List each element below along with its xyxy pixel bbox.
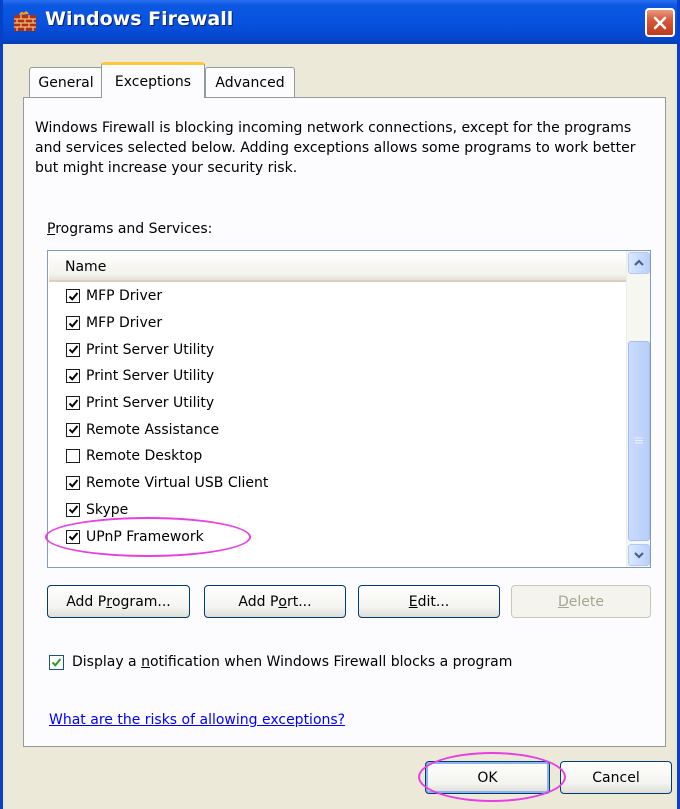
tab-exceptions[interactable]: Exceptions [101,62,205,98]
item-checkbox[interactable] [66,289,80,304]
ok-button[interactable]: OK [425,761,550,794]
list-item-label: UPnP Framework [86,528,204,545]
item-checkbox[interactable] [66,342,80,357]
programs-list[interactable]: Name MFP Driver MFP Driver Print Server Ut… [47,250,651,568]
firewall-dialog: Windows Firewall General Exceptions Adva… [0,0,680,809]
list-item-label: Skype [86,501,129,518]
item-checkbox[interactable] [66,449,80,464]
notification-option[interactable]: Display a notification when Windows Fire… [49,654,512,670]
list-item[interactable]: Remote Desktop [48,443,626,470]
grip-icon [635,437,643,444]
vertical-scrollbar[interactable] [626,251,650,567]
item-checkbox[interactable] [66,316,80,331]
window-title: Windows Firewall [45,8,234,30]
list-item[interactable]: Remote Virtual USB Client [48,470,626,497]
item-checkbox[interactable] [66,369,80,384]
checkmark-icon [68,318,78,328]
item-checkbox[interactable] [66,476,80,491]
list-item[interactable]: MFP Driver [48,310,626,337]
checkmark-icon [68,345,78,355]
close-x-icon [653,16,667,29]
checkmark-icon [68,398,78,408]
list-item-label: MFP Driver [86,288,163,305]
list-item[interactable]: Print Server Utility [48,336,626,363]
edit-button[interactable]: Edit... [358,585,500,618]
list-rows: MFP Driver MFP Driver Print Server Utility… [48,283,626,550]
programs-services-label: Programs and Services: [47,221,213,237]
scroll-up-button[interactable] [628,252,650,274]
list-item-label: Remote Virtual USB Client [86,475,269,492]
checkmark-icon [68,479,78,488]
chevron-down-icon [634,552,644,559]
tab-exceptions-label: Exceptions [114,73,192,90]
tab-advanced-label: Advanced [215,74,285,91]
column-header-name[interactable]: Name [49,252,627,282]
list-item-label: MFP Driver [86,315,163,332]
list-item-label: Print Server Utility [86,395,215,412]
scroll-down-button[interactable] [628,544,650,566]
close-button[interactable] [645,8,675,37]
checkmark-icon [68,372,78,381]
checkmark-icon [68,505,78,515]
list-item[interactable]: Remote Assistance [48,416,626,443]
cancel-button[interactable]: Cancel [560,761,672,794]
item-checkbox[interactable] [66,396,80,411]
list-item[interactable]: UPnP Framework [48,523,626,550]
item-checkbox[interactable] [66,502,80,517]
tab-advanced[interactable]: Advanced [205,67,295,97]
list-item[interactable]: Print Server Utility [48,363,626,390]
list-item[interactable]: Print Server Utility [48,390,626,417]
list-item-label: Print Server Utility [86,341,215,358]
notification-label: Display a notification when Windows Fire… [72,654,513,670]
risks-link[interactable]: What are the risks of allowing exception… [49,712,345,728]
item-checkbox[interactable] [66,529,80,544]
list-item-label: Remote Assistance [86,421,220,438]
firewall-brick-wall-icon [14,11,36,31]
chevron-up-icon [634,259,644,266]
checkmark-icon [68,425,78,435]
list-item-label: Remote Desktop [86,448,203,465]
list-item[interactable]: Skype [48,497,626,524]
checkmark-icon [68,292,78,301]
list-item-label: Print Server Utility [86,368,215,385]
item-checkbox[interactable] [66,422,80,437]
list-item[interactable]: MFP Driver [48,283,626,310]
add-program-button[interactable]: Add Pr ogram... [47,585,190,618]
title-bar[interactable]: Windows Firewall [3,0,677,44]
scroll-thumb[interactable] [628,341,650,541]
notification-checkbox[interactable] [49,654,64,670]
tab-general[interactable]: General [29,67,103,97]
delete-button[interactable]: Delete [511,585,651,618]
add-port-button[interactable]: Add Po rt... [204,585,346,618]
checkmark-icon [68,532,78,541]
tab-general-label: General [38,74,94,91]
checkmark-icon [51,657,62,667]
description-text: Windows Firewall is blocking incoming ne… [35,120,636,176]
